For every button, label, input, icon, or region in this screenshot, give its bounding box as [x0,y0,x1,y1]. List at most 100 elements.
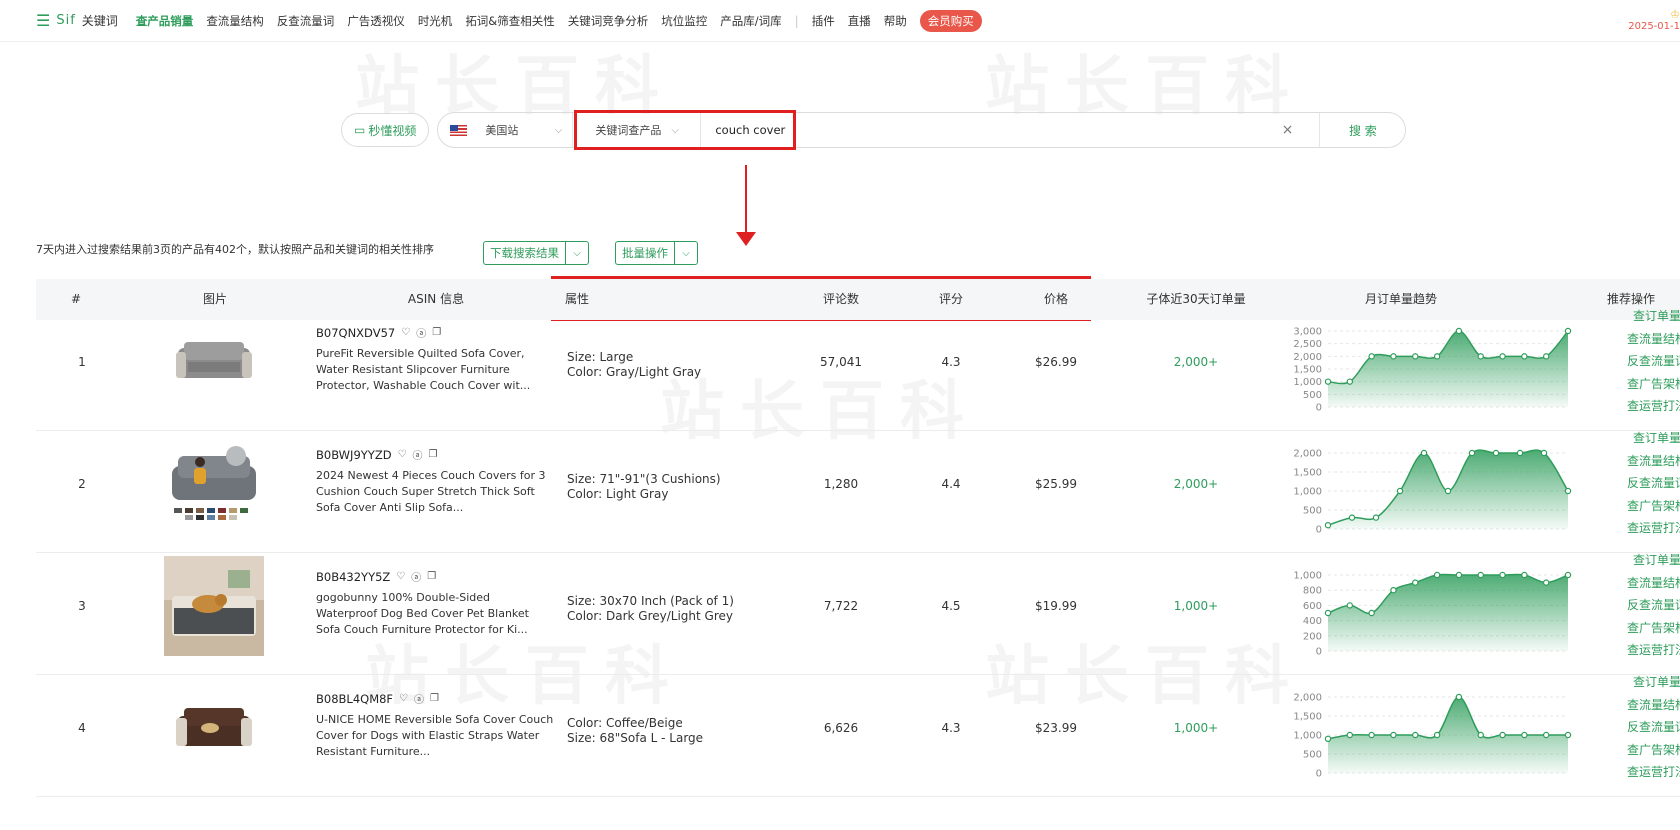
chevron-down-icon[interactable]: ⌵ [675,248,697,259]
product-image[interactable] [162,310,266,414]
trend-point[interactable] [1412,353,1419,360]
trend-point[interactable] [1499,353,1506,360]
nav-item-help[interactable]: 帮助 [884,13,907,29]
logo[interactable]: ☰ Sif 关键词 [36,11,118,30]
trend-point[interactable] [1521,353,1528,360]
trend-point[interactable] [1477,353,1484,360]
operation-strategy-link[interactable]: 查运营打法 [1627,517,1680,540]
trend-point[interactable] [1396,487,1404,495]
nav-item-slot-monitor[interactable]: 坑位监控 [661,13,707,29]
download-results-button[interactable]: 下载搜索结果 ⌵ [483,241,589,265]
vip-purchase-button[interactable]: 会员购买 [919,9,982,32]
monthly-order-trend-chart[interactable]: 2,000 1,500 1,000 500 0 [1276,683,1576,783]
product-title[interactable]: gogobunny 100% Double-Sided Waterproof D… [316,590,554,638]
trend-point[interactable] [1499,731,1506,739]
trend-point[interactable] [1324,735,1332,743]
trend-point[interactable] [1368,353,1375,360]
trend-point[interactable] [1564,571,1572,579]
operation-strategy-link[interactable]: 查运营打法 [1627,395,1680,418]
trend-point[interactable] [1521,571,1528,579]
nav-item-keyword-expansion[interactable]: 拓词&筛查相关性 [465,13,554,29]
trend-point[interactable] [1433,571,1441,579]
product-image[interactable] [162,554,266,658]
copy-icon[interactable]: ❐ [427,571,436,582]
check-orders-link[interactable]: 查订单量 [1633,427,1680,450]
trend-point[interactable] [1492,449,1500,457]
copy-icon[interactable]: ❐ [432,327,441,338]
product-image[interactable] [162,676,266,780]
trend-point[interactable] [1455,693,1463,701]
amazon-icon[interactable]: ⓐ [416,325,426,340]
clear-icon[interactable]: × [1282,122,1294,138]
copy-icon[interactable]: ❐ [430,693,439,704]
trend-point[interactable] [1477,571,1484,579]
amazon-icon[interactable]: ⓐ [414,691,424,706]
trend-point[interactable] [1412,731,1419,739]
trend-point[interactable] [1564,487,1572,495]
monthly-order-trend-chart[interactable]: 2,000 1,500 1,000 500 0 [1276,439,1576,539]
operation-strategy-link[interactable]: 查运营打法 [1627,761,1680,784]
traffic-structure-link[interactable]: 查流量结构 [1627,572,1680,595]
nav-item-live[interactable]: 直播 [848,13,871,29]
reverse-keywords-link[interactable]: 反查流量词 [1627,716,1680,739]
chevron-down-icon[interactable]: ⌵ [566,248,588,259]
trend-point[interactable] [1455,571,1463,579]
trend-point[interactable] [1346,731,1354,739]
trend-point[interactable] [1499,571,1506,579]
trend-point[interactable] [1324,378,1332,385]
trend-point[interactable] [1324,521,1332,529]
heart-icon[interactable]: ♡ [399,693,408,704]
ad-structure-link[interactable]: 查广告架构 [1627,373,1680,396]
nav-item-traffic-structure[interactable]: 查流量结构 [206,13,264,29]
download-results-label[interactable]: 下载搜索结果 [484,242,566,264]
trend-point[interactable] [1564,731,1572,739]
operation-strategy-link[interactable]: 查运营打法 [1627,639,1680,662]
marketplace-select[interactable]: 美国站 ⌵ [438,113,574,147]
copy-icon[interactable]: ❐ [429,449,438,460]
traffic-structure-link[interactable]: 查流量结构 [1627,694,1680,717]
trend-point[interactable] [1324,609,1332,617]
heart-icon[interactable]: ♡ [401,327,410,338]
trend-point[interactable] [1540,449,1548,457]
reverse-keywords-link[interactable]: 反查流量词 [1627,472,1680,495]
trend-point[interactable] [1521,731,1528,739]
trend-point[interactable] [1346,378,1354,385]
product-title[interactable]: PureFit Reversible Quilted Sofa Cover, W… [316,346,554,394]
trend-point[interactable] [1455,327,1463,335]
asin-code[interactable]: B08BL4QM8F [316,692,393,706]
monthly-order-trend-chart[interactable]: 3,000 2,500 2,000 1,500 1,000 500 0 [1276,317,1576,417]
nav-item-reverse-keywords[interactable]: 反查流量词 [277,13,335,29]
search-button[interactable]: 搜 索 [1319,113,1405,147]
trend-point[interactable] [1542,579,1550,586]
trend-point[interactable] [1433,731,1441,739]
menu-icon[interactable]: ☰ [36,11,50,30]
reverse-keywords-link[interactable]: 反查流量词 [1627,594,1680,617]
trend-point[interactable] [1412,579,1419,586]
nav-item-keyword-competition[interactable]: 关键词竞争分析 [568,13,649,29]
nav-item-product-sales[interactable]: 查产品销量 [136,13,194,29]
trend-point[interactable] [1477,731,1484,739]
check-orders-link[interactable]: 查订单量 [1633,671,1680,694]
product-title[interactable]: 2024 Newest 4 Pieces Couch Covers for 3 … [316,468,554,516]
trend-point[interactable] [1390,731,1397,739]
trend-point[interactable] [1542,353,1550,360]
trend-point[interactable] [1390,587,1397,594]
asin-code[interactable]: B07QNXDV57 [316,326,395,340]
amazon-icon[interactable]: ⓐ [413,447,423,462]
trend-point[interactable] [1433,353,1441,360]
nav-item-time-machine[interactable]: 时光机 [418,13,453,29]
batch-action-label[interactable]: 批量操作 [616,242,675,264]
keyword-input[interactable] [701,113,1282,147]
video-guide-button[interactable]: ▭ 秒懂视频 [341,113,430,147]
batch-action-button[interactable]: 批量操作 ⌵ [615,241,698,265]
trend-point[interactable] [1564,327,1572,335]
trend-point[interactable] [1368,609,1375,617]
nav-item-product-library[interactable]: 产品库/词库 [720,13,781,29]
traffic-structure-link[interactable]: 查流量结构 [1627,328,1680,351]
asin-code[interactable]: B0B432YY5Z [316,570,390,584]
check-orders-link[interactable]: 查订单量 [1633,549,1680,572]
heart-icon[interactable]: ♡ [396,571,405,582]
heart-icon[interactable]: ♡ [398,449,407,460]
product-image[interactable] [162,432,266,536]
amazon-icon[interactable]: ⓐ [411,569,421,584]
